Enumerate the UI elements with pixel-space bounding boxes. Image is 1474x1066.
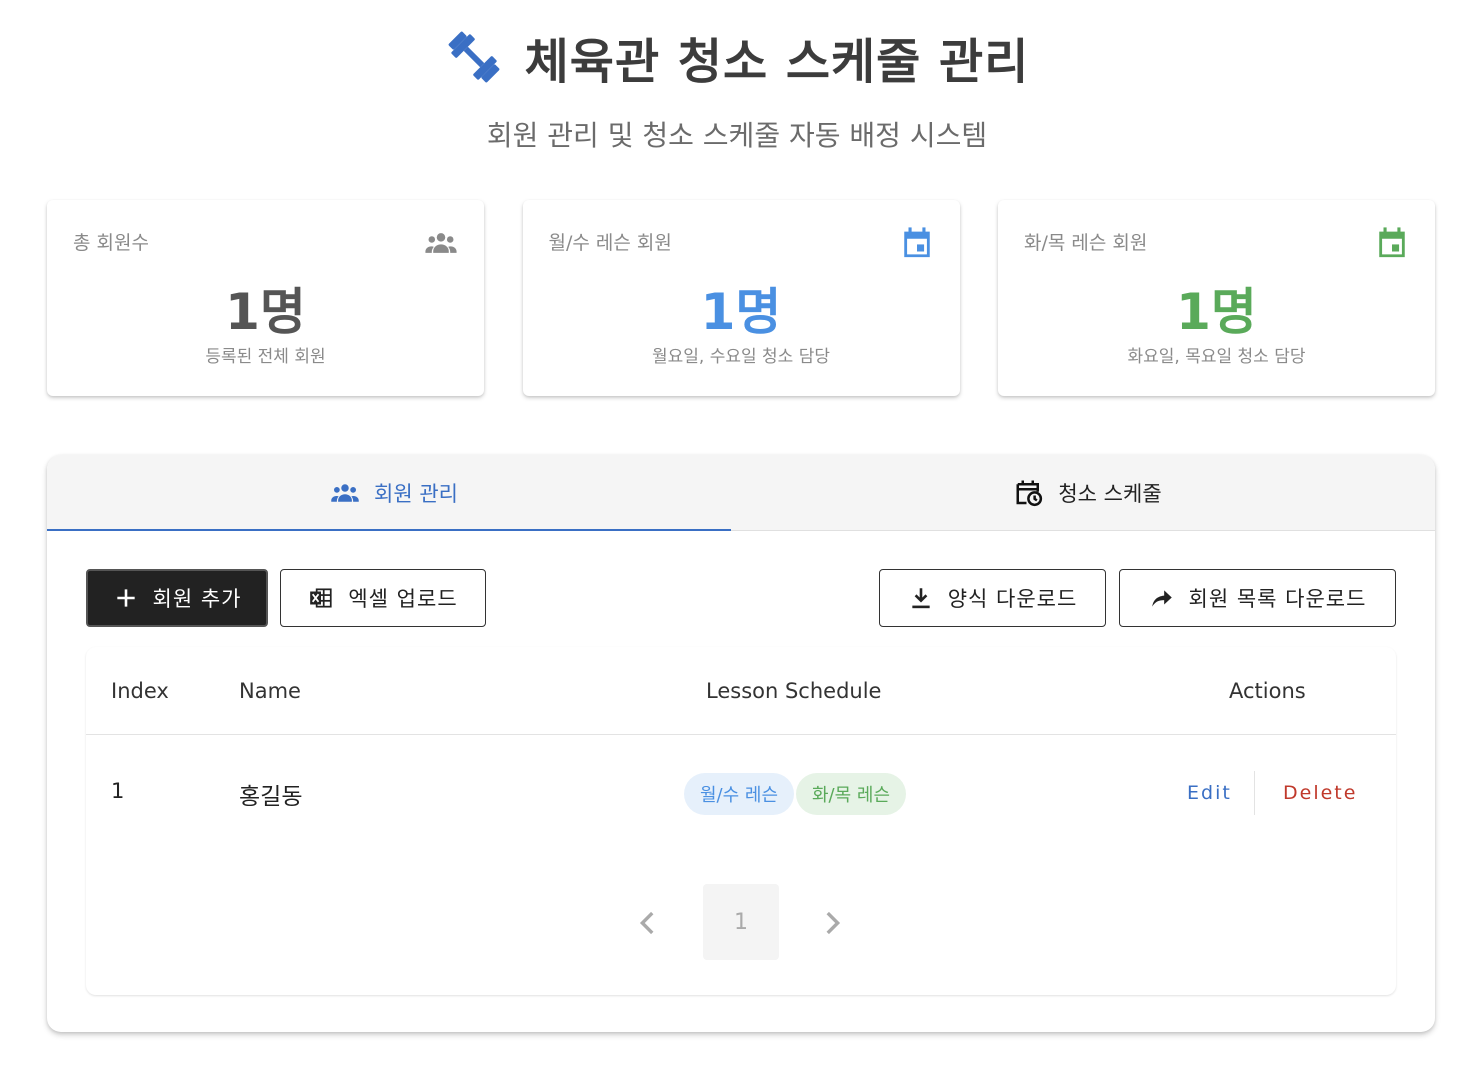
delete-button[interactable]: Delete [1283,782,1357,804]
header-lesson-schedule: Lesson Schedule [706,679,882,703]
card-label: 화/목 레슨 회원 [1024,232,1148,254]
card-description: 월요일, 수요일 청소 담당 [651,347,830,367]
chip-mon-wed-lesson: 월/수 레슨 [684,773,794,815]
member-table: Index Name Lesson Schedule Actions 1 홍길동… [86,647,1396,995]
card-description: 등록된 전체 회원 [205,347,326,367]
group-icon [425,233,457,253]
page-title: 체육관 청소 스케줄 관리 [524,34,1030,90]
stat-card-mon-wed: 월/수 레슨 회원 1명 월요일, 수요일 청소 담당 [522,200,960,396]
add-member-label: 회원 추가 [152,587,242,611]
card-label: 총 회원수 [73,232,149,254]
header-name: Name [239,679,301,703]
table-header: Index Name Lesson Schedule Actions [86,647,1396,735]
card-description: 화요일, 목요일 청소 담당 [1127,347,1306,367]
share-arrow-icon [1151,590,1172,607]
card-value: 1명 [700,283,782,341]
tab-label: 회원 관리 [374,481,458,506]
chevron-right-icon[interactable] [815,906,849,940]
main-panel: 회원 관리 청소 스케줄 회원 추가 엑셀 업로드 양식 다운로드 회원 목록 … [47,455,1435,1032]
download-icon [912,588,930,609]
card-value: 1명 [225,283,306,341]
header-actions: Actions [1229,679,1306,703]
chip-tue-thu-lesson: 화/목 레슨 [796,773,906,815]
chevron-left-icon[interactable] [631,906,665,940]
calendar-icon [903,227,930,258]
member-list-download-label: 회원 목록 다운로드 [1188,587,1367,611]
table-row: 1 홍길동 월/수 레슨 화/목 레슨 Edit Delete [86,735,1396,853]
excel-upload-button[interactable]: 엑셀 업로드 [280,569,486,627]
group-icon [331,483,359,502]
title-row: 체육관 청소 스케줄 관리 [0,22,1474,92]
stat-cards: 총 회원수 1명 등록된 전체 회원 월/수 레슨 회원 1명 월요일, 수요일… [47,200,1435,396]
template-download-label: 양식 다운로드 [947,587,1078,611]
tab-bar: 회원 관리 청소 스케줄 [47,455,1435,531]
stat-card-tue-thu: 화/목 레슨 회원 1명 화요일, 목요일 청소 담당 [998,200,1435,396]
dumbbell-icon [448,31,499,83]
row-index: 1 [111,779,125,803]
active-tab-indicator [47,529,731,531]
tab-label: 청소 스케줄 [1058,481,1162,506]
pagination: 1 [86,884,1396,962]
tab-cleaning-schedule[interactable]: 청소 스케줄 [741,455,1435,530]
page-header: 체육관 청소 스케줄 관리 회원 관리 및 청소 스케줄 자동 배정 시스템 [0,22,1474,154]
row-name: 홍길동 [239,784,303,810]
card-value: 1명 [1176,283,1257,341]
member-list-download-button[interactable]: 회원 목록 다운로드 [1119,569,1396,627]
actions-divider [1254,771,1255,815]
card-label: 월/수 레슨 회원 [548,232,672,254]
tab-member-management[interactable]: 회원 관리 [47,455,741,530]
page-subtitle: 회원 관리 및 청소 스케줄 자동 배정 시스템 [486,119,988,152]
calendar-clock-icon [1016,480,1043,506]
plus-icon [116,589,135,607]
excel-icon [310,588,332,608]
calendar-icon [1379,227,1405,258]
page-number-button[interactable]: 1 [703,884,779,960]
header-index: Index [111,679,169,703]
add-member-button[interactable]: 회원 추가 [86,569,268,627]
template-download-button[interactable]: 양식 다운로드 [879,569,1106,627]
excel-upload-label: 엑셀 업로드 [348,587,458,611]
member-toolbar: 회원 추가 엑셀 업로드 양식 다운로드 회원 목록 다운로드 [86,569,1396,627]
stat-card-total: 총 회원수 1명 등록된 전체 회원 [47,200,484,396]
edit-button[interactable]: Edit [1187,782,1232,804]
